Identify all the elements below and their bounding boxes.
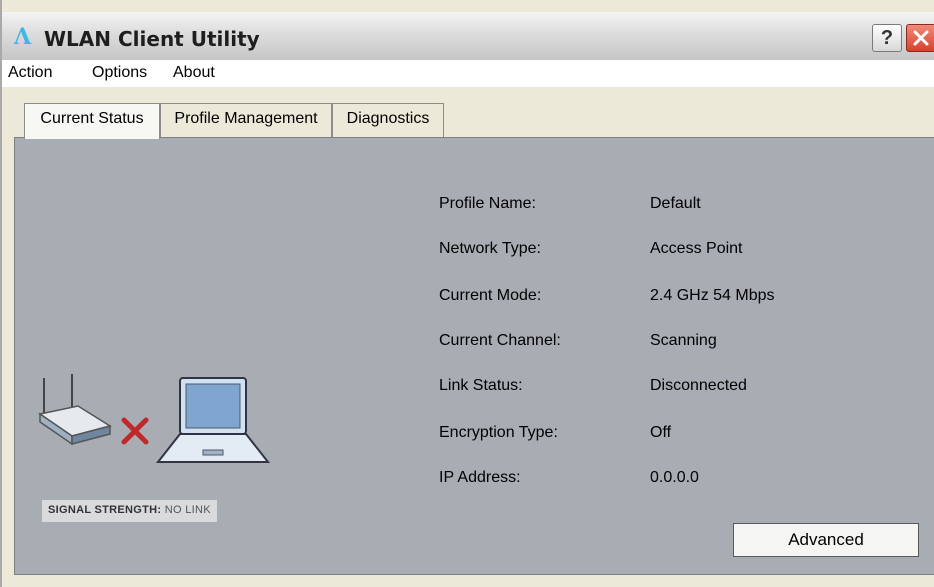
menu-bar: Action Options About: [2, 60, 934, 87]
profile-name-label: Profile Name:: [439, 195, 536, 212]
current-channel-label: Current Channel:: [439, 332, 561, 349]
current-mode-value: 2.4 GHz 54 Mbps: [650, 287, 775, 304]
signal-strength-indicator: SIGNAL STRENGTH: NO LINK: [42, 500, 217, 522]
current-channel-value: Scanning: [650, 332, 717, 349]
close-icon: [913, 30, 929, 46]
profile-name-value: Default: [650, 195, 701, 212]
title-bar[interactable]: Λ WLAN Client Utility ?: [2, 12, 934, 61]
wlan-utility-window: Λ WLAN Client Utility ? Action Options A…: [0, 0, 934, 587]
advanced-button[interactable]: Advanced: [733, 523, 919, 557]
router-icon: [38, 374, 112, 446]
tab-current-status[interactable]: Current Status: [24, 103, 160, 139]
disconnect-x-icon: [121, 417, 149, 445]
tab-profile-management[interactable]: Profile Management: [160, 103, 332, 137]
encryption-type-label: Encryption Type:: [439, 424, 558, 441]
signal-strength-label: SIGNAL STRENGTH:: [48, 504, 162, 516]
menu-options[interactable]: Options: [92, 64, 147, 82]
app-logo-icon: Λ: [14, 24, 32, 50]
ip-address-value: 0.0.0.0: [650, 469, 699, 486]
signal-strength-value: NO LINK: [164, 504, 211, 516]
window-title: WLAN Client Utility: [44, 27, 260, 51]
help-icon: ?: [880, 27, 894, 49]
current-mode-label: Current Mode:: [439, 287, 542, 304]
laptop-icon: [155, 377, 271, 463]
menu-about[interactable]: About: [173, 64, 215, 82]
network-type-label: Network Type:: [439, 240, 541, 257]
ip-address-label: IP Address:: [439, 469, 521, 486]
connection-graphic: [38, 374, 271, 463]
link-status-value: Disconnected: [650, 377, 747, 394]
encryption-type-value: Off: [650, 424, 672, 441]
close-button[interactable]: [906, 24, 934, 52]
help-button[interactable]: ?: [872, 24, 902, 52]
menu-action[interactable]: Action: [8, 64, 52, 82]
tab-diagnostics[interactable]: Diagnostics: [332, 103, 444, 137]
link-status-label: Link Status:: [439, 377, 523, 394]
network-type-value: Access Point: [650, 240, 743, 257]
